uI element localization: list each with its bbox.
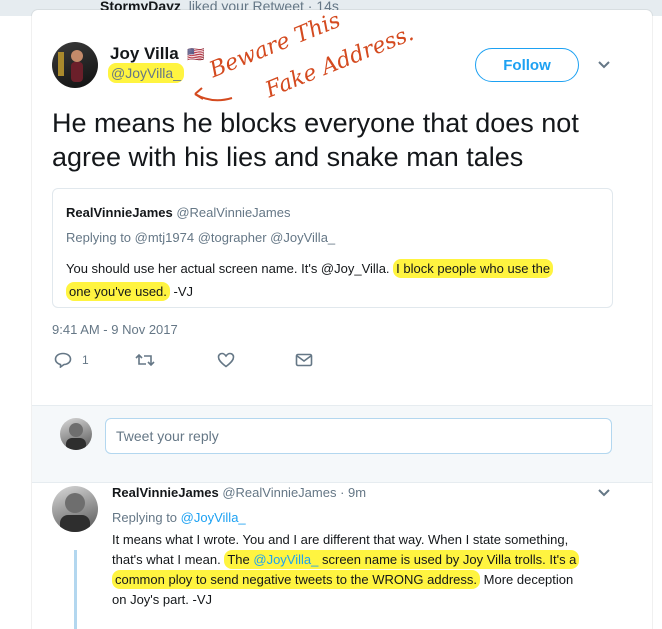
reply-author-meta[interactable]: @RealVinnieJames · 9m bbox=[222, 485, 366, 500]
quote-author-name[interactable]: RealVinnieJames bbox=[66, 205, 173, 220]
reply-icon[interactable] bbox=[54, 352, 72, 368]
tweet-text: He means he blocks everyone that does no… bbox=[52, 108, 579, 172]
author-handle[interactable]: @JoyVilla_ bbox=[108, 63, 184, 83]
replying-handle-link[interactable]: @JoyVilla_ bbox=[181, 510, 246, 525]
quote-author-handle[interactable]: @RealVinnieJames bbox=[176, 205, 290, 220]
reply-author-name[interactable]: RealVinnieJames bbox=[112, 485, 219, 500]
reply-line-1: It means what I wrote. You and I are dif… bbox=[112, 532, 569, 547]
quote-body-text: You should use her actual screen name. I… bbox=[66, 261, 390, 276]
reply-line-3b: More deception bbox=[483, 572, 574, 587]
quote-body: You should use her actual screen name. I… bbox=[66, 257, 606, 303]
retweet-action[interactable] bbox=[135, 352, 155, 368]
reply-count: 1 bbox=[82, 353, 89, 367]
reply-highlight-1: The @JoyVilla_ screen name is used by Jo… bbox=[224, 550, 580, 569]
quote-replying-to: Replying to @mtj1974 @tographer @JoyVill… bbox=[66, 230, 336, 245]
tweet-timestamp[interactable]: 9:41 AM - 9 Nov 2017 bbox=[52, 322, 178, 337]
reply-author-avatar[interactable] bbox=[52, 486, 98, 532]
message-action[interactable] bbox=[295, 352, 313, 368]
reply-mention-link[interactable]: @JoyVilla_ bbox=[253, 552, 318, 567]
follow-button[interactable]: Follow bbox=[475, 48, 579, 82]
current-user-avatar bbox=[60, 418, 92, 450]
reply-input[interactable]: Tweet your reply bbox=[105, 418, 612, 454]
tweet-modal: Joy Villa 🇺🇸 @JoyVilla_ Beware This Fake… bbox=[32, 8, 652, 629]
reply-body: It means what I wrote. You and I are dif… bbox=[112, 530, 612, 610]
chevron-down-icon[interactable] bbox=[597, 58, 611, 72]
reply-line-2a: that's what I mean. bbox=[112, 552, 221, 567]
thread-line bbox=[74, 550, 77, 629]
tweet-actions: 1 bbox=[52, 352, 352, 374]
like-action[interactable] bbox=[217, 352, 235, 368]
heart-icon[interactable] bbox=[217, 352, 235, 368]
author-name[interactable]: Joy Villa 🇺🇸 bbox=[110, 44, 205, 64]
annotation-arrow-icon bbox=[194, 87, 233, 102]
quote-highlight-2: one you've used. bbox=[66, 282, 170, 301]
replying-label: Replying to bbox=[112, 510, 178, 525]
divider bbox=[32, 482, 652, 483]
envelope-icon[interactable] bbox=[295, 352, 313, 368]
quoted-tweet[interactable]: RealVinnieJames @RealVinnieJames Replyin… bbox=[52, 188, 613, 308]
reply-line-2d: screen name is used by Joy Villa trolls.… bbox=[322, 552, 577, 567]
reply-line-4: on Joy's part. -VJ bbox=[112, 592, 213, 607]
handwritten-annotation: Beware This Fake Address. bbox=[192, 8, 417, 108]
retweet-icon[interactable] bbox=[135, 352, 155, 368]
quote-highlight-1: I block people who use the bbox=[393, 259, 554, 278]
reply-action[interactable]: 1 bbox=[54, 352, 89, 368]
author-handle-text[interactable]: @JoyVilla_ bbox=[108, 63, 184, 83]
reply-highlight-2: common ploy to send negative tweets to t… bbox=[112, 570, 481, 589]
reply-composer: Tweet your reply bbox=[32, 406, 652, 482]
author-avatar[interactable] bbox=[52, 42, 98, 88]
reply-line-2b: The bbox=[227, 552, 250, 567]
quote-body-end: -VJ bbox=[173, 284, 194, 299]
chevron-down-icon[interactable] bbox=[597, 486, 611, 500]
reply-replying-to: Replying to @JoyVilla_ bbox=[112, 510, 246, 525]
author-name-text[interactable]: Joy Villa bbox=[110, 44, 179, 63]
